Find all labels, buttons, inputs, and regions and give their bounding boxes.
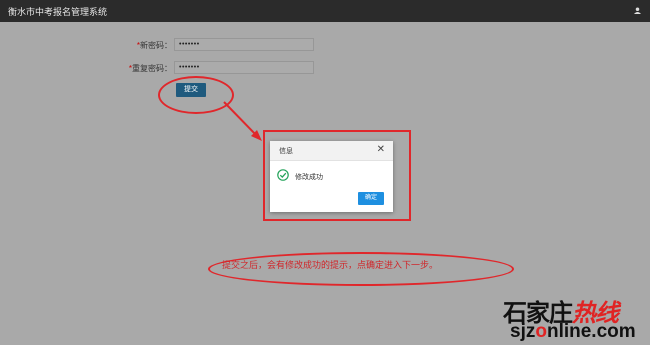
ok-button[interactable]: 确定 — [358, 192, 384, 205]
dialog-message: 修改成功 — [295, 174, 323, 181]
success-dialog: 信息 ✕ 修改成功 确定 — [270, 141, 393, 212]
annotation-note: 提交之后，会有修改成功的提示，点确定进入下一步。 — [222, 261, 439, 271]
success-check-icon — [277, 169, 289, 181]
watermark-url-prefix: sjz — [510, 321, 536, 342]
dialog-header: 信息 ✕ — [270, 141, 393, 161]
watermark-url: sjzonline.com — [510, 321, 636, 343]
dialog-title: 信息 — [279, 148, 293, 155]
watermark-url-accent: o — [535, 321, 547, 342]
watermark-url-suffix: nline.com — [546, 321, 636, 342]
close-icon[interactable]: ✕ — [377, 144, 385, 156]
